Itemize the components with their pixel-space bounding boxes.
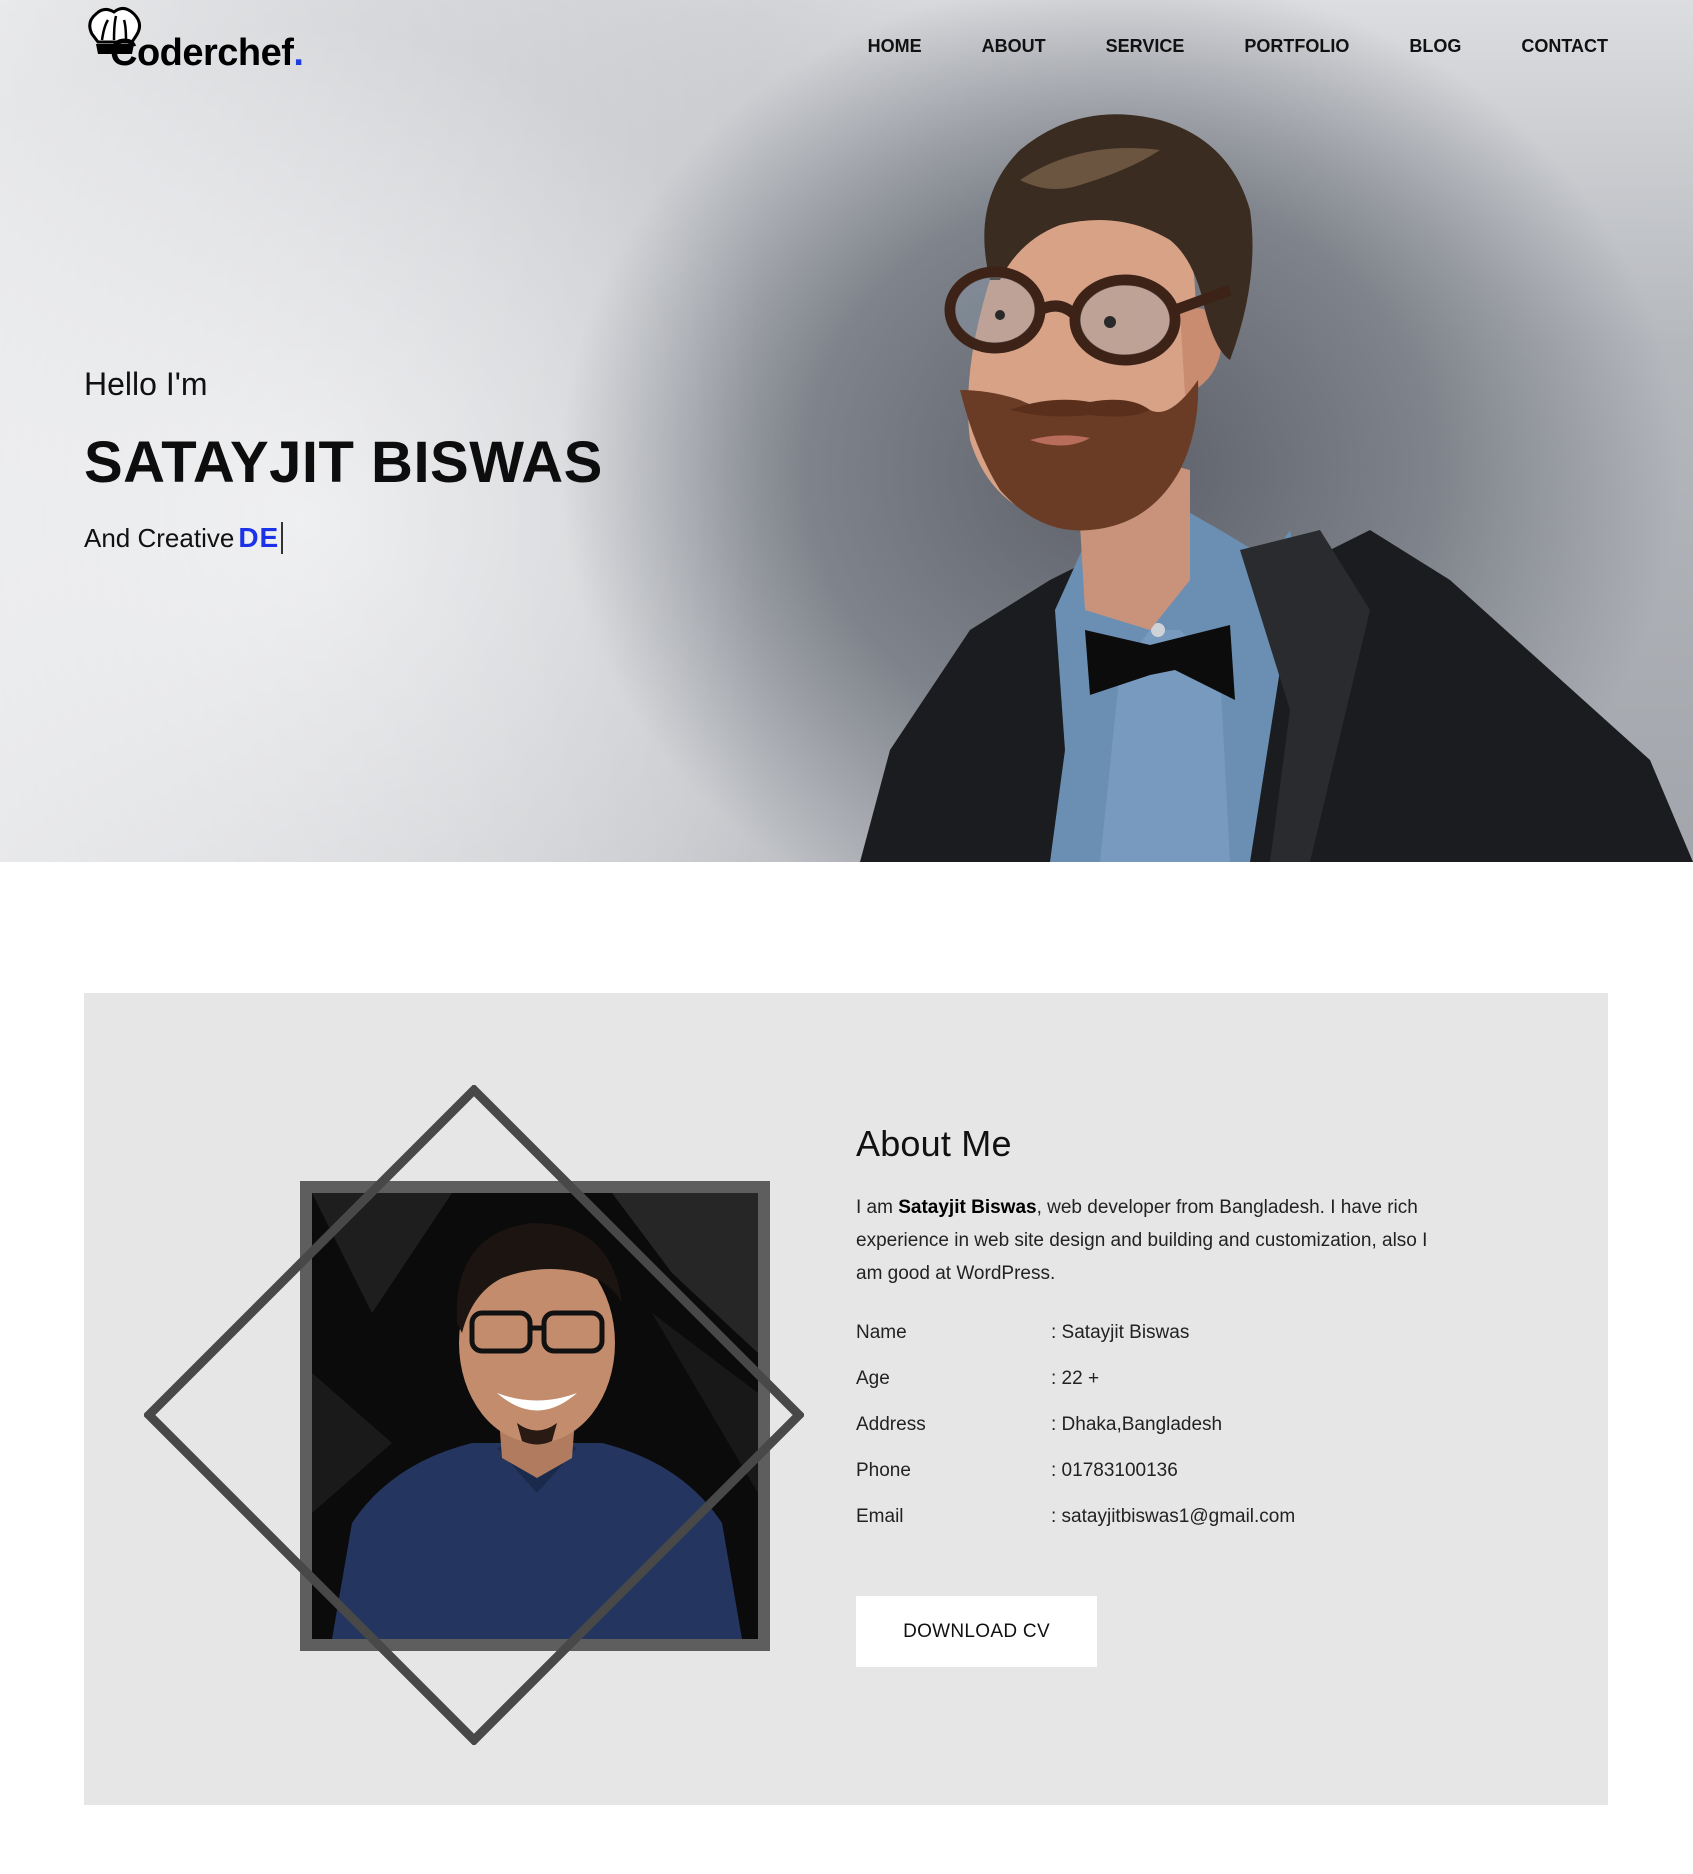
hero-text: Hello I'm SATAYJIT BISWAS And Creative D… — [84, 366, 603, 554]
info-label: Email — [856, 1506, 904, 1527]
info-row-address: Address : Dhaka,Bangladesh — [856, 1402, 1456, 1448]
info-label: Age — [856, 1368, 890, 1389]
info-label: Name — [856, 1322, 907, 1343]
about-section: About Me I am Satayjit Biswas, web devel… — [84, 993, 1608, 1805]
nav-item-portfolio[interactable]: PORTFOLIO — [1244, 36, 1349, 57]
nav-item-blog[interactable]: BLOG — [1409, 36, 1461, 57]
hero-tagline-prefix: And Creative — [84, 522, 235, 553]
info-label: Address — [856, 1414, 926, 1435]
info-value: : 01783100136 — [1051, 1460, 1178, 1481]
info-row-email: Email : satayjitbiswas1@gmail.com — [856, 1494, 1456, 1540]
hero-greeting: Hello I'm — [84, 366, 208, 402]
hero-section: Coderchef. HOME ABOUT SERVICE PORTFOLIO … — [0, 0, 1693, 862]
typing-cursor — [281, 522, 284, 554]
nav-item-service[interactable]: SERVICE — [1106, 36, 1185, 57]
decorative-diamond-frame — [144, 1085, 804, 1745]
info-label: Phone — [856, 1460, 911, 1481]
about-title: About Me — [856, 1123, 1012, 1164]
hero-portrait-image — [860, 114, 1693, 862]
logo-text: Coderchef. — [110, 32, 304, 74]
main-nav: HOME ABOUT SERVICE PORTFOLIO BLOG CONTAC… — [868, 36, 1608, 57]
info-value: : Dhaka,Bangladesh — [1051, 1414, 1223, 1435]
download-cv-button[interactable]: DOWNLOAD CV — [856, 1596, 1097, 1667]
hero-typed-text: DE — [238, 522, 280, 553]
hero-tagline: And Creative DE — [84, 522, 603, 554]
info-row-phone: Phone : 01783100136 — [856, 1448, 1456, 1494]
nav-item-contact[interactable]: CONTACT — [1521, 36, 1608, 57]
info-row-age: Age : 22 + — [856, 1356, 1456, 1402]
about-photo-wrap — [144, 1085, 804, 1745]
hero-name: SATAYJIT BISWAS — [84, 430, 603, 495]
nav-item-about[interactable]: ABOUT — [982, 36, 1046, 57]
about-info-list: Name : Satayjit Biswas Age : 22 + Addres… — [856, 1310, 1456, 1540]
site-logo[interactable]: Coderchef. — [84, 4, 304, 76]
info-row-name: Name : Satayjit Biswas — [856, 1310, 1456, 1356]
about-content: About Me I am Satayjit Biswas, web devel… — [856, 1123, 1456, 1667]
info-value: : Satayjit Biswas — [1051, 1322, 1190, 1343]
info-value: : satayjitbiswas1@gmail.com — [1051, 1506, 1296, 1527]
nav-item-home[interactable]: HOME — [868, 36, 922, 57]
about-description: I am Satayjit Biswas, web developer from… — [856, 1197, 1428, 1284]
info-value: : 22 + — [1051, 1368, 1100, 1389]
